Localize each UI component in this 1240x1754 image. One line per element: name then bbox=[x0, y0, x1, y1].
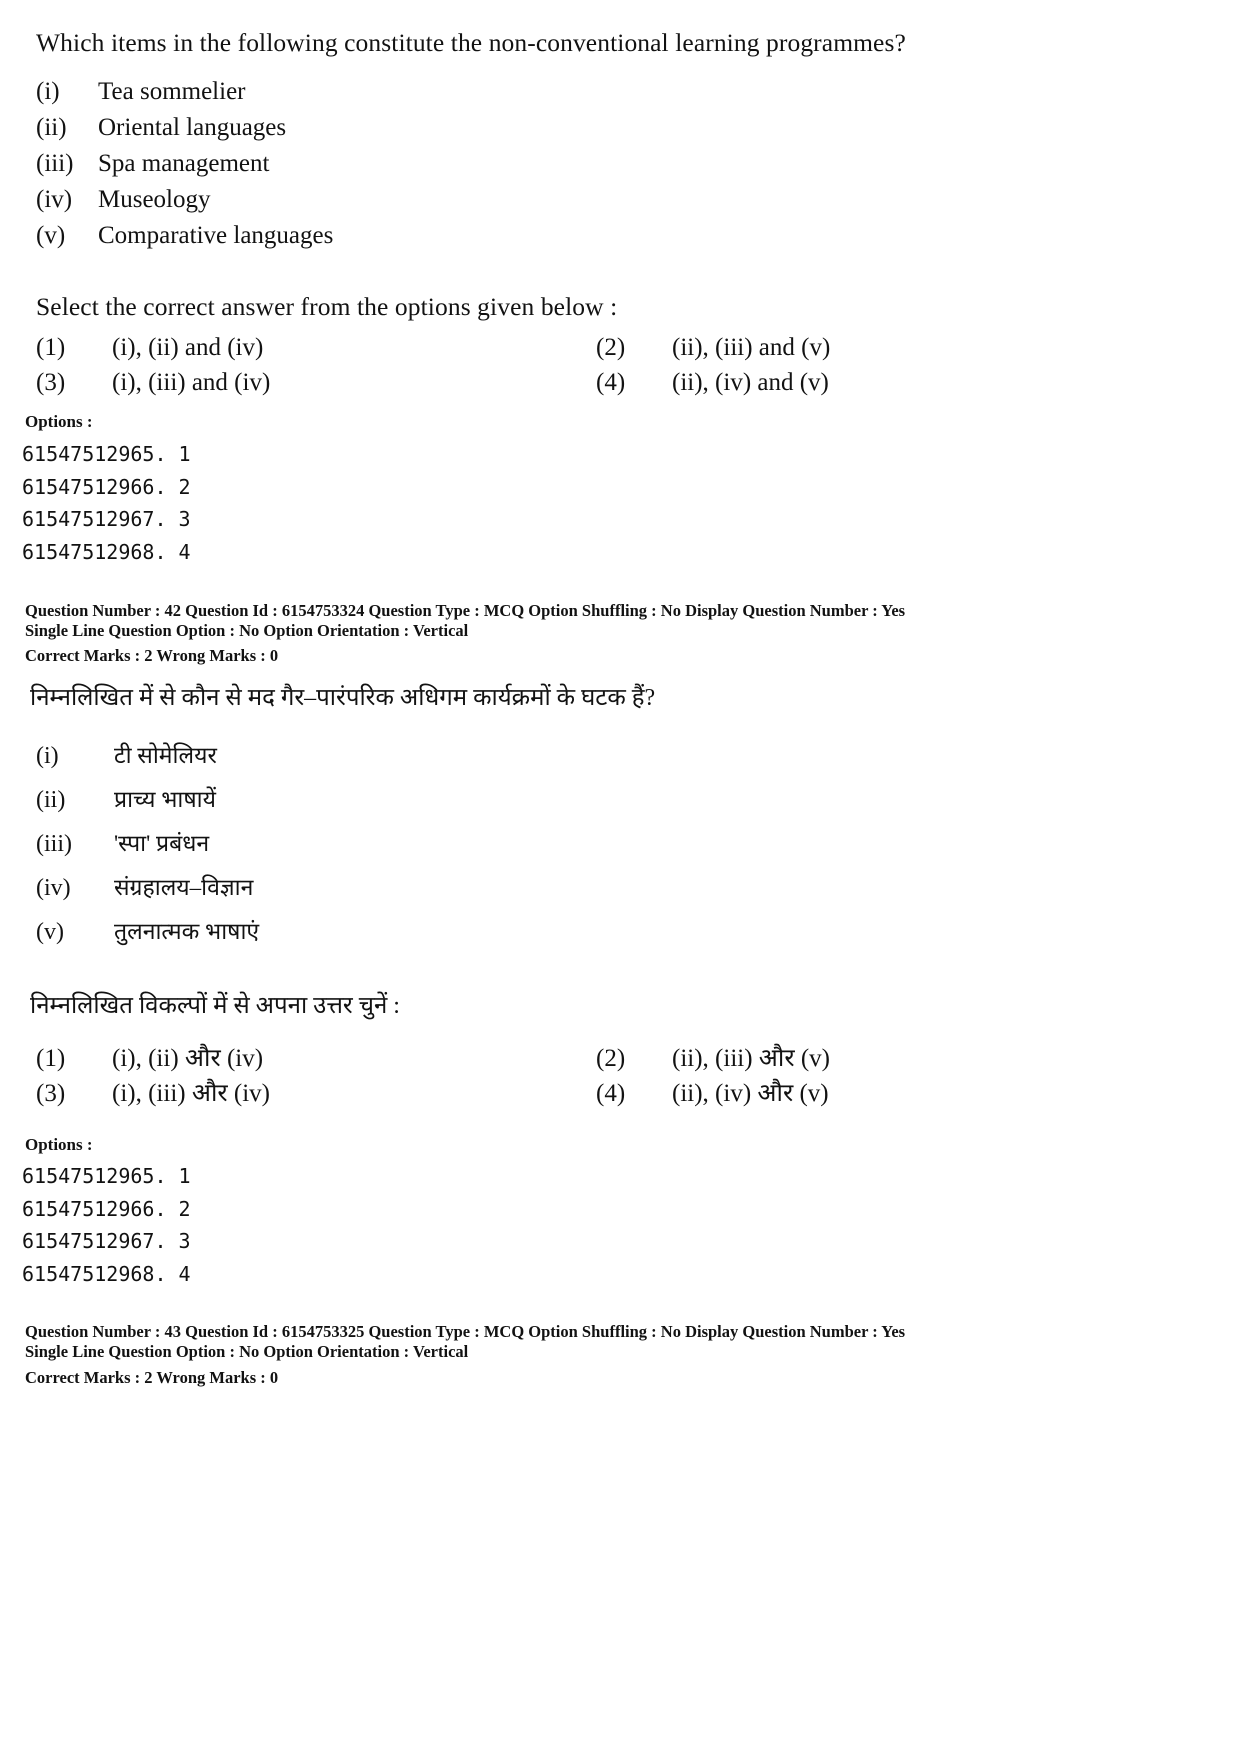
list-item: (iii) Spa management bbox=[36, 150, 333, 186]
list-item: (i) टी सोमेलियर bbox=[36, 738, 259, 782]
question-43-select-instruction: निम्नलिखित विकल्पों में से अपना उत्तर चु… bbox=[30, 993, 400, 1019]
item-text: तुलनात्मक भाषाएं bbox=[114, 919, 260, 944]
choice-label: (2) bbox=[596, 1045, 626, 1072]
choice-text: (ii), (iv) and (v) bbox=[672, 369, 829, 396]
item-text: संग्रहालय–विज्ञान bbox=[114, 875, 254, 900]
question-42-marks: Correct Marks : 2 Wrong Marks : 0 bbox=[25, 646, 279, 665]
choice-label: (3) bbox=[36, 1080, 66, 1107]
option-id: 61547512968. 4 bbox=[22, 539, 191, 564]
item-text: Oriental languages bbox=[98, 114, 287, 141]
question-42-options-heading: Options : bbox=[25, 412, 93, 431]
question-43-option-id-list: 61547512965. 1 61547512966. 2 6154751296… bbox=[22, 1160, 191, 1290]
choice-label: (1) bbox=[36, 1045, 66, 1072]
list-item: (ii) Oriental languages bbox=[36, 114, 333, 150]
question-43-choices: (1) (i), (ii) और (iv) (2) (ii), (iii) और… bbox=[36, 1040, 1036, 1110]
question-42-option-id-list: 61547512965. 1 61547512966. 2 6154751296… bbox=[22, 438, 191, 568]
choice-text: (ii), (iii) और (v) bbox=[672, 1045, 830, 1072]
choice-label: (4) bbox=[596, 369, 626, 396]
item-numeral: (iii) bbox=[36, 831, 72, 857]
choice-option-1[interactable]: (1) (i), (ii) और (iv) bbox=[36, 1040, 596, 1074]
item-numeral: (iv) bbox=[36, 186, 73, 213]
question-42-item-list: (i) Tea sommelier (ii) Oriental language… bbox=[36, 78, 333, 258]
question-43-metadata: Question Number : 43 Question Id : 61547… bbox=[25, 1322, 905, 1361]
option-id: 61547512965. 1 bbox=[22, 1164, 191, 1188]
item-numeral: (v) bbox=[36, 222, 66, 249]
item-text: Comparative languages bbox=[98, 222, 334, 249]
item-text: Tea sommelier bbox=[98, 78, 246, 105]
choice-option-1[interactable]: (1) (i), (ii) and (iv) bbox=[36, 334, 596, 362]
question-43-stem: निम्नलिखित में से कौन से मद गैर–पारंपरिक… bbox=[30, 685, 656, 711]
question-42-choices: (1) (i), (ii) and (iv) (2) (ii), (iii) a… bbox=[36, 334, 1036, 404]
question-43-marks: Correct Marks : 2 Wrong Marks : 0 bbox=[25, 1368, 279, 1387]
question-42-stem: Which items in the following constitute … bbox=[36, 28, 906, 57]
choice-label: (2) bbox=[596, 334, 626, 361]
item-numeral: (iv) bbox=[36, 875, 71, 901]
choice-option-3[interactable]: (3) (i), (iii) और (iv) bbox=[36, 1075, 596, 1109]
option-id: 61547512968. 4 bbox=[22, 1261, 191, 1286]
choice-option-4[interactable]: (4) (ii), (iv) and (v) bbox=[596, 369, 1036, 397]
list-item: (i) Tea sommelier bbox=[36, 78, 333, 114]
item-numeral: (v) bbox=[36, 919, 64, 945]
question-paper-page: Which items in the following constitute … bbox=[0, 0, 1240, 1754]
choice-option-3[interactable]: (3) (i), (iii) and (iv) bbox=[36, 369, 596, 397]
choice-text: (i), (iii) और (iv) bbox=[112, 1080, 270, 1107]
choice-label: (1) bbox=[36, 334, 66, 361]
item-text: Spa management bbox=[98, 150, 270, 177]
choice-text: (i), (iii) and (iv) bbox=[112, 369, 271, 396]
list-item: (ii) प्राच्य भाषायें bbox=[36, 782, 259, 826]
item-text: Museology bbox=[98, 186, 211, 213]
list-item: (iii) 'स्पा' प्रबंधन bbox=[36, 826, 259, 870]
choice-text: (ii), (iii) and (v) bbox=[672, 334, 831, 361]
metadata-line-1: Question Number : 42 Question Id : 61547… bbox=[25, 601, 906, 620]
metadata-line-2: Single Line Question Option : No Option … bbox=[25, 1341, 469, 1361]
question-42-metadata: Question Number : 42 Question Id : 61547… bbox=[25, 601, 905, 640]
list-item: (v) Comparative languages bbox=[36, 222, 333, 258]
item-numeral: (ii) bbox=[36, 114, 67, 141]
choice-label: (3) bbox=[36, 369, 66, 396]
option-id: 61547512967. 3 bbox=[22, 1229, 191, 1253]
list-item: (v) तुलनात्मक भाषाएं bbox=[36, 914, 259, 958]
item-text: प्राच्य भाषायें bbox=[114, 787, 216, 812]
item-text: 'स्पा' प्रबंधन bbox=[114, 831, 210, 856]
item-numeral: (iii) bbox=[36, 150, 74, 177]
choice-row: (1) (i), (ii) and (iv) (2) (ii), (iii) a… bbox=[36, 334, 1036, 369]
choice-text: (i), (ii) और (iv) bbox=[112, 1045, 264, 1072]
choice-option-2[interactable]: (2) (ii), (iii) और (v) bbox=[596, 1040, 1036, 1074]
choice-option-2[interactable]: (2) (ii), (iii) and (v) bbox=[596, 334, 1036, 362]
choice-label: (4) bbox=[596, 1080, 626, 1107]
choice-option-4[interactable]: (4) (ii), (iv) और (v) bbox=[596, 1075, 1036, 1109]
choice-row: (3) (i), (iii) and (iv) (4) (ii), (iv) a… bbox=[36, 369, 1036, 404]
metadata-line-2: Single Line Question Option : No Option … bbox=[25, 620, 469, 640]
option-id: 61547512965. 1 bbox=[22, 442, 191, 466]
option-id: 61547512967. 3 bbox=[22, 507, 191, 531]
question-43-options-heading: Options : bbox=[25, 1135, 93, 1154]
item-numeral: (i) bbox=[36, 743, 59, 769]
option-id: 61547512966. 2 bbox=[22, 1196, 191, 1221]
list-item: (iv) संग्रहालय–विज्ञान bbox=[36, 870, 259, 914]
item-numeral: (i) bbox=[36, 78, 60, 105]
choice-text: (i), (ii) and (iv) bbox=[112, 334, 264, 361]
question-43-item-list: (i) टी सोमेलियर (ii) प्राच्य भाषायें (ii… bbox=[36, 738, 259, 958]
question-42-select-instruction: Select the correct answer from the optio… bbox=[36, 292, 618, 321]
choice-row: (1) (i), (ii) और (iv) (2) (ii), (iii) और… bbox=[36, 1040, 1036, 1075]
choice-text: (ii), (iv) और (v) bbox=[672, 1080, 829, 1107]
choice-row: (3) (i), (iii) और (iv) (4) (ii), (iv) और… bbox=[36, 1075, 1036, 1110]
option-id: 61547512966. 2 bbox=[22, 474, 191, 499]
metadata-line-1: Question Number : 43 Question Id : 61547… bbox=[25, 1322, 906, 1341]
list-item: (iv) Museology bbox=[36, 186, 333, 222]
item-text: टी सोमेलियर bbox=[114, 743, 217, 768]
item-numeral: (ii) bbox=[36, 787, 66, 813]
